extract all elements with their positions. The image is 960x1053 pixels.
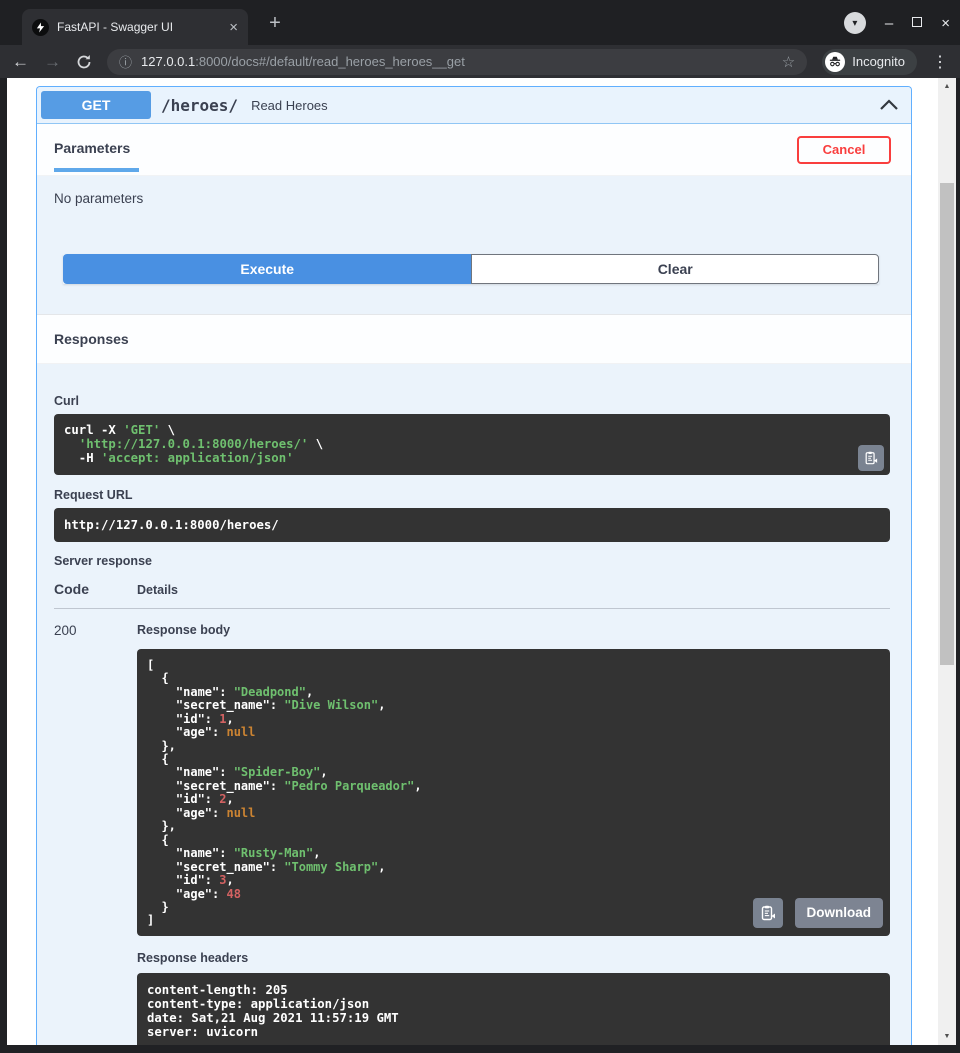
opblock-summary[interactable]: GET /heroes/ Read Heroes — [37, 87, 911, 124]
parameters-title: Parameters — [54, 140, 139, 156]
vertical-scrollbar[interactable]: ▲ ▼ — [938, 78, 956, 1045]
browser-window: FastAPI - Swagger UI × + ▾ – × ← → ⓘ 127… — [0, 0, 960, 1053]
response-headers-text: content-length: 205content-type: applica… — [147, 983, 880, 1039]
copy-curl-button[interactable] — [858, 445, 884, 471]
response-table-header: Code Details — [54, 581, 890, 597]
endpoint-path: /heroes/ — [161, 96, 238, 115]
status-code: 200 — [54, 623, 137, 1045]
tab-close-icon[interactable]: × — [229, 20, 238, 35]
collapse-button[interactable] — [879, 98, 899, 112]
fastapi-favicon-icon — [32, 19, 49, 36]
responses-header: Responses — [37, 314, 911, 364]
url-host: 127.0.0.1 — [141, 54, 195, 69]
incognito-icon — [825, 52, 845, 72]
clear-button[interactable]: Clear — [471, 254, 879, 284]
execute-wrapper: Execute Clear — [63, 254, 879, 284]
tab-title: FastAPI - Swagger UI — [57, 20, 221, 34]
copy-response-button[interactable] — [753, 898, 783, 928]
parameters-header: Parameters Cancel — [37, 124, 911, 176]
reload-button[interactable] — [76, 54, 92, 70]
incognito-badge: Incognito — [822, 49, 917, 75]
server-response-label: Server response — [54, 554, 890, 568]
incognito-label: Incognito — [852, 54, 905, 69]
reload-icon — [76, 54, 92, 70]
active-tab-underline — [54, 168, 139, 172]
back-button[interactable]: ← — [12, 53, 29, 70]
browser-menu-icon[interactable]: ⋮ — [932, 52, 948, 72]
curl-label: Curl — [54, 394, 890, 408]
page-viewport: GET /heroes/ Read Heroes Parameters — [7, 78, 956, 1045]
parameters-body: No parameters Execute Clear — [37, 176, 911, 314]
request-url-block: http://127.0.0.1:8000/heroes/ — [54, 508, 890, 542]
scroll-up-icon[interactable]: ▲ — [938, 83, 956, 90]
bookmark-star-icon[interactable]: ☆ — [782, 53, 795, 71]
responses-body: Curl curl -X 'GET' \ 'http://127.0.0.1:8… — [37, 364, 911, 1045]
execute-button[interactable]: Execute — [63, 254, 471, 284]
response-headers-block: content-length: 205content-type: applica… — [137, 973, 890, 1045]
download-button[interactable]: Download — [795, 898, 884, 928]
code-column-header: Code — [54, 581, 137, 597]
request-url-value: http://127.0.0.1:8000/heroes/ — [64, 518, 880, 532]
minimize-button[interactable]: – — [885, 16, 893, 31]
tab-parameters[interactable]: Parameters — [54, 124, 139, 175]
window-close-button[interactable]: × — [941, 16, 950, 31]
curl-command: curl -X 'GET' \ 'http://127.0.0.1:8000/h… — [64, 423, 850, 466]
response-body-label: Response body — [137, 623, 890, 637]
request-url-label: Request URL — [54, 488, 890, 502]
url-text: 127.0.0.1:8000/docs#/default/read_heroes… — [141, 54, 773, 69]
chevron-up-icon — [879, 98, 899, 112]
site-info-icon[interactable]: ⓘ — [119, 52, 132, 71]
forward-button[interactable]: → — [44, 53, 61, 70]
cancel-button[interactable]: Cancel — [797, 136, 891, 164]
curl-code-block: curl -X 'GET' \ 'http://127.0.0.1:8000/h… — [54, 414, 890, 475]
maximize-button[interactable] — [912, 14, 922, 32]
maximize-icon — [912, 17, 922, 27]
table-divider — [54, 608, 890, 609]
endpoint-summary: Read Heroes — [251, 98, 328, 113]
url-path: :8000/docs#/default/read_heroes_heroes__… — [195, 54, 465, 69]
responses-title: Responses — [54, 331, 129, 347]
opblock-get-heroes: GET /heroes/ Read Heroes Parameters — [36, 86, 912, 1045]
tab-strip: FastAPI - Swagger UI × + ▾ – × — [0, 0, 960, 45]
address-bar[interactable]: ⓘ 127.0.0.1:8000/docs#/default/read_hero… — [107, 49, 807, 75]
response-body-json: [ { "name": "Deadpond", "secret_name": "… — [147, 659, 880, 928]
response-row-200: 200 Response body [ { "name": "Deadpond"… — [54, 623, 890, 1045]
browser-toolbar: ← → ⓘ 127.0.0.1:8000/docs#/default/read_… — [0, 45, 960, 78]
response-body-block: [ { "name": "Deadpond", "secret_name": "… — [137, 649, 890, 936]
new-tab-button[interactable]: + — [262, 13, 288, 39]
response-headers-label: Response headers — [137, 951, 890, 965]
no-parameters-text: No parameters — [54, 191, 879, 206]
clipboard-icon — [760, 905, 776, 921]
scroll-down-icon[interactable]: ▼ — [938, 1033, 956, 1040]
window-dropdown-button[interactable]: ▾ — [844, 12, 866, 34]
clipboard-icon — [864, 451, 878, 465]
browser-tab[interactable]: FastAPI - Swagger UI × — [22, 9, 248, 45]
scrollbar-thumb[interactable] — [940, 183, 954, 665]
details-column-header: Details — [137, 583, 178, 597]
http-method-badge: GET — [41, 91, 151, 119]
